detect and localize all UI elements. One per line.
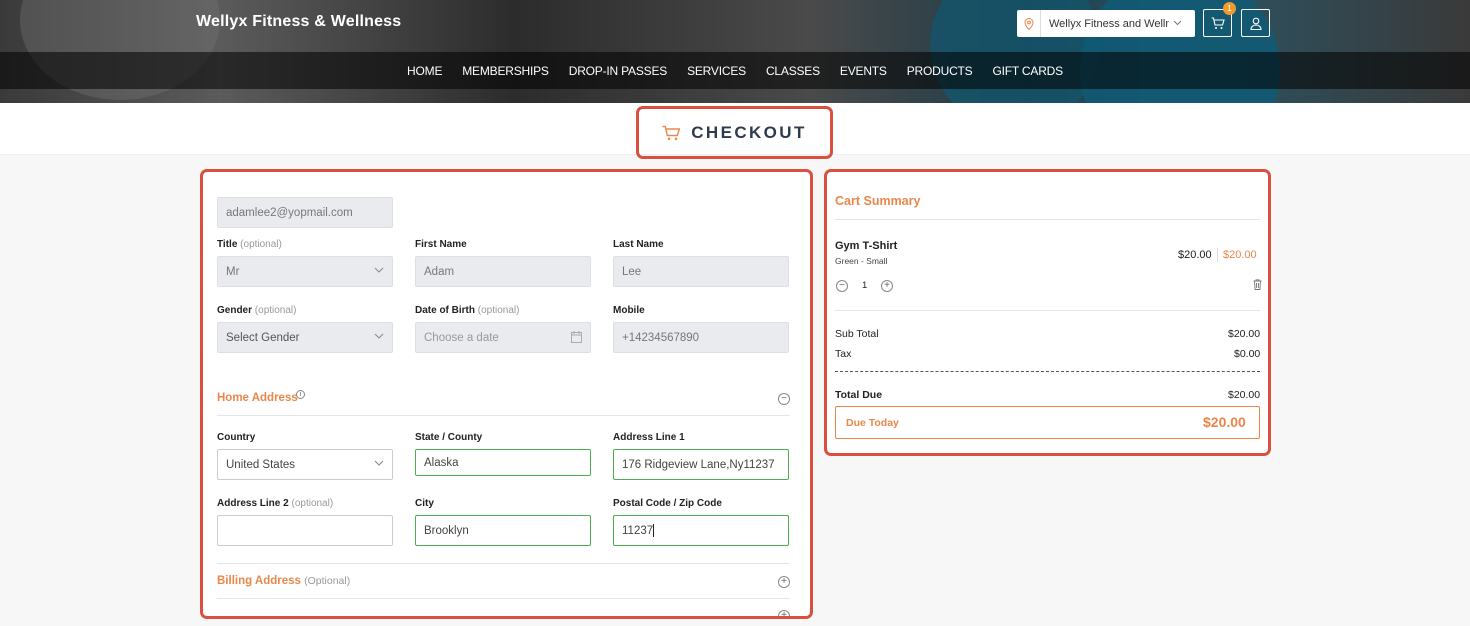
nav-drop-in-passes[interactable]: DROP-IN PASSES [559, 64, 677, 78]
chevron-down-icon [374, 265, 384, 276]
location-select[interactable]: Wellyx Fitness and Wellness [1017, 10, 1195, 37]
calendar-icon[interactable] [571, 331, 582, 346]
cart-icon [1211, 16, 1225, 29]
email-field[interactable]: adamlee2@yopmail.com [217, 197, 393, 228]
text-cursor [653, 524, 655, 537]
expand-icon[interactable]: + [778, 576, 790, 588]
due-today-box: Due Today $20.00 [835, 406, 1260, 439]
mobile-label: Mobile [613, 305, 645, 316]
nav-events[interactable]: EVENTS [830, 64, 897, 78]
user-icon [1249, 17, 1262, 30]
due-today-label: Due Today [846, 417, 899, 429]
collapse-icon[interactable]: − [778, 393, 790, 405]
item-quantity: 1 [862, 280, 868, 291]
gender-label: Gender (optional) [217, 305, 297, 316]
state-field[interactable]: Alaska [415, 449, 591, 476]
country-label: Country [217, 432, 256, 443]
tax-label: Tax [835, 348, 852, 360]
cart-count-badge: 1 [1223, 2, 1236, 15]
page-title: CHECKOUT [691, 122, 807, 142]
nav-products[interactable]: PRODUCTS [897, 64, 983, 78]
customer-details-form: adamlee2@yopmail.com Title (optional) Fi… [200, 169, 813, 619]
location-pin-icon [1017, 10, 1041, 37]
city-label: City [415, 498, 434, 509]
home-address-heading: Home Address [217, 392, 298, 404]
cart-icon [662, 125, 681, 140]
nav-home[interactable]: HOME [397, 64, 452, 78]
item-total-price: $20.00 [1223, 249, 1257, 261]
title-select[interactable]: Mr [217, 256, 393, 287]
cart-summary-panel: Cart Summary Gym T-Shirt Green - Small $… [824, 169, 1271, 456]
item-name: Gym T-Shirt [835, 240, 898, 252]
total-due-label: Total Due [835, 389, 883, 401]
nav-gift-cards[interactable]: GIFT CARDS [982, 64, 1072, 78]
decrease-qty-button[interactable]: − [836, 280, 848, 292]
chevron-down-icon [1173, 18, 1182, 29]
dob-field[interactable]: Choose a date [415, 322, 591, 353]
info-icon[interactable]: i [296, 390, 305, 399]
billing-address-heading[interactable]: Billing Address (Optional) [217, 575, 350, 587]
brand-name[interactable]: Wellyx Fitness & Wellness [196, 13, 401, 31]
dob-label: Date of Birth (optional) [415, 305, 520, 316]
last-name-field[interactable]: Lee [613, 256, 789, 287]
mobile-field[interactable]: +14234567890 [613, 322, 789, 353]
first-name-label: First Name [415, 239, 467, 250]
expand-icon[interactable]: + [778, 610, 790, 616]
postal-code-field[interactable]: 11237 [613, 515, 789, 546]
trash-icon[interactable] [1253, 279, 1262, 290]
country-select[interactable]: United States [217, 449, 393, 480]
title-label: Title (optional) [217, 239, 282, 250]
address1-label: Address Line 1 [613, 432, 685, 443]
hero-banner: Wellyx Fitness & Wellness HOME MEMBERSHI… [0, 0, 1470, 103]
gender-select[interactable]: Select Gender [217, 322, 393, 353]
main-nav: HOME MEMBERSHIPS DROP-IN PASSES SERVICES… [0, 52, 1470, 89]
nav-memberships[interactable]: MEMBERSHIPS [452, 64, 558, 78]
tax-value: $0.00 [1234, 348, 1261, 360]
subtotal-value: $20.00 [1228, 328, 1261, 340]
increase-qty-button[interactable]: + [881, 280, 893, 292]
item-unit-price: $20.00 [1178, 249, 1212, 261]
subtotal-label: Sub Total [835, 328, 879, 340]
postal-label: Postal Code / Zip Code [613, 498, 722, 509]
address-line1-field[interactable]: 176 Ridgeview Lane,Ny11237 [613, 449, 789, 480]
total-due-value: $20.00 [1228, 389, 1261, 401]
item-variant: Green - Small [835, 256, 888, 266]
address-line2-field[interactable] [217, 515, 393, 546]
checkout-heading: CHECKOUT [636, 106, 833, 159]
last-name-label: Last Name [613, 239, 664, 250]
cart-summary-title: Cart Summary [835, 194, 921, 208]
location-value: Wellyx Fitness and Wellness [1049, 17, 1169, 30]
nav-classes[interactable]: CLASSES [756, 64, 830, 78]
state-label: State / County [415, 432, 483, 443]
chevron-down-icon [374, 331, 384, 342]
chevron-down-icon [374, 458, 384, 469]
due-today-value: $20.00 [1203, 414, 1246, 430]
address2-label: Address Line 2 (optional) [217, 498, 334, 509]
first-name-field[interactable]: Adam [415, 256, 591, 287]
account-button[interactable] [1241, 9, 1270, 37]
nav-services[interactable]: SERVICES [677, 64, 756, 78]
city-field[interactable]: Brooklyn [415, 515, 591, 546]
